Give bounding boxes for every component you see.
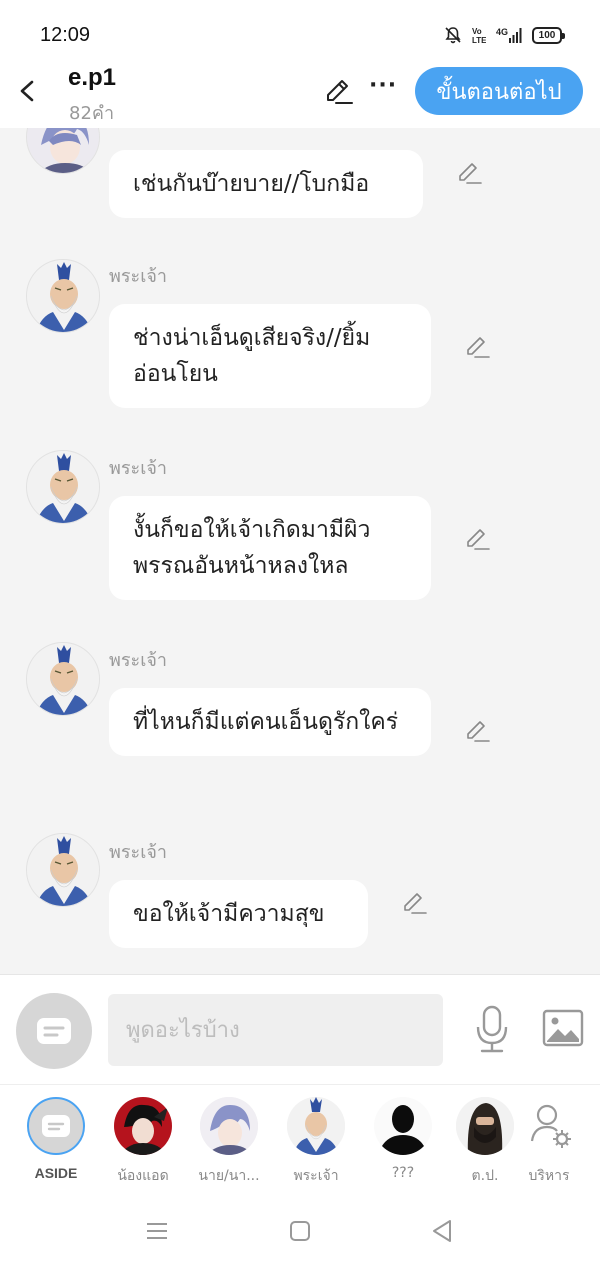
hooded-character-avatar bbox=[456, 1097, 514, 1155]
edit-message-icon[interactable] bbox=[455, 160, 483, 188]
aside-toggle-button[interactable] bbox=[16, 993, 92, 1069]
edit-message-icon[interactable] bbox=[463, 718, 491, 746]
character-bar: ASIDE น้องแอด นาย/นา... พระเจ้า ??? ต.ป.… bbox=[0, 1084, 600, 1194]
back-button[interactable] bbox=[14, 74, 42, 108]
message-bubble[interactable]: เช่นกันบ๊ายบาย//โบกมือ bbox=[109, 150, 423, 218]
manage-characters-icon bbox=[520, 1097, 578, 1155]
battery-icon: 100 bbox=[532, 26, 565, 44]
back-nav-icon[interactable] bbox=[428, 1216, 458, 1246]
message-bubble[interactable]: งั้นก็ขอให้เจ้าเกิดมามีผิวพรรณอันหน้าหลง… bbox=[109, 496, 431, 600]
sender-name: พระเจ้า bbox=[109, 458, 168, 479]
microphone-icon[interactable] bbox=[474, 1005, 510, 1055]
menu-nav-icon[interactable] bbox=[142, 1216, 172, 1246]
volte-icon: Vo LTE bbox=[472, 27, 486, 44]
sender-name: พระเจ้า bbox=[109, 266, 168, 287]
svg-text:4G: 4G bbox=[496, 27, 508, 37]
character-label: นาย/นา... bbox=[198, 1168, 260, 1184]
character-aside[interactable]: ASIDE bbox=[20, 1097, 92, 1181]
manage-characters-button[interactable]: บริหาร bbox=[513, 1097, 585, 1187]
character-item[interactable]: ??? bbox=[367, 1097, 439, 1181]
character-item[interactable]: พระเจ้า bbox=[280, 1097, 352, 1187]
mute-bell-icon bbox=[445, 27, 461, 44]
boy-character-avatar bbox=[200, 1097, 258, 1155]
more-options-button[interactable]: ··· bbox=[369, 75, 397, 108]
message-bubble[interactable]: ขอให้เจ้ามีความสุข bbox=[109, 880, 368, 948]
signal-4g-icon: 4G bbox=[496, 27, 522, 43]
edit-pen-button[interactable] bbox=[322, 76, 354, 108]
red-black-character-avatar bbox=[114, 1097, 172, 1155]
edit-message-icon[interactable] bbox=[463, 334, 491, 362]
edit-message-icon[interactable] bbox=[463, 526, 491, 554]
system-nav-bar bbox=[0, 1194, 600, 1267]
status-bar: 12:09 Vo LTE 4G 100 bbox=[0, 0, 600, 64]
header: e.p1 82คำ ··· ขั้นตอนต่อไป bbox=[0, 64, 600, 128]
character-item[interactable]: น้องแอด bbox=[107, 1097, 179, 1187]
next-step-button[interactable]: ขั้นตอนต่อไป bbox=[415, 67, 583, 115]
aside-icon bbox=[27, 1097, 85, 1155]
character-label: น้องแอด bbox=[117, 1168, 169, 1184]
character-label: บริหาร bbox=[528, 1168, 570, 1184]
message-input[interactable] bbox=[108, 994, 443, 1066]
character-label: ต.ป. bbox=[471, 1168, 499, 1184]
sender-name: พระเจ้า bbox=[109, 650, 168, 671]
boy-character-avatar[interactable] bbox=[26, 128, 100, 174]
word-count: 82คำ bbox=[69, 103, 115, 124]
chat-area[interactable]: เช่นกันบ๊ายบาย//โบกมือ พระเจ้า ช่างน่าเอ… bbox=[0, 128, 600, 974]
character-label: ASIDE bbox=[34, 1165, 78, 1181]
silhouette-avatar bbox=[374, 1097, 432, 1155]
home-nav-icon[interactable] bbox=[285, 1216, 315, 1246]
edit-message-icon[interactable] bbox=[400, 890, 428, 918]
character-label: ??? bbox=[391, 1165, 415, 1181]
god-avatar[interactable] bbox=[26, 259, 100, 333]
input-bar bbox=[0, 974, 600, 1084]
god-avatar[interactable] bbox=[26, 642, 100, 716]
chat-bubble-icon bbox=[37, 1018, 71, 1044]
character-label: พระเจ้า bbox=[293, 1168, 339, 1184]
character-item[interactable]: ต.ป. bbox=[449, 1097, 521, 1187]
character-item[interactable]: นาย/นา... bbox=[193, 1097, 265, 1187]
message-bubble[interactable]: ที่ไหนก็มีแต่คนเอ็นดูรักใคร่ bbox=[109, 688, 431, 756]
svg-text:Vo: Vo bbox=[472, 27, 482, 36]
god-avatar[interactable] bbox=[26, 833, 100, 907]
status-icons: Vo LTE 4G 100 bbox=[444, 26, 565, 44]
sender-name: พระเจ้า bbox=[109, 842, 168, 863]
svg-text:LTE: LTE bbox=[472, 36, 486, 44]
status-time: 12:09 bbox=[40, 24, 91, 46]
god-avatar bbox=[287, 1097, 345, 1155]
image-icon[interactable] bbox=[542, 1009, 584, 1047]
god-avatar[interactable] bbox=[26, 450, 100, 524]
page-title: e.p1 bbox=[68, 64, 117, 91]
message-bubble[interactable]: ช่างน่าเอ็นดูเสียจริง//ยิ้มอ่อนโยน bbox=[109, 304, 431, 408]
